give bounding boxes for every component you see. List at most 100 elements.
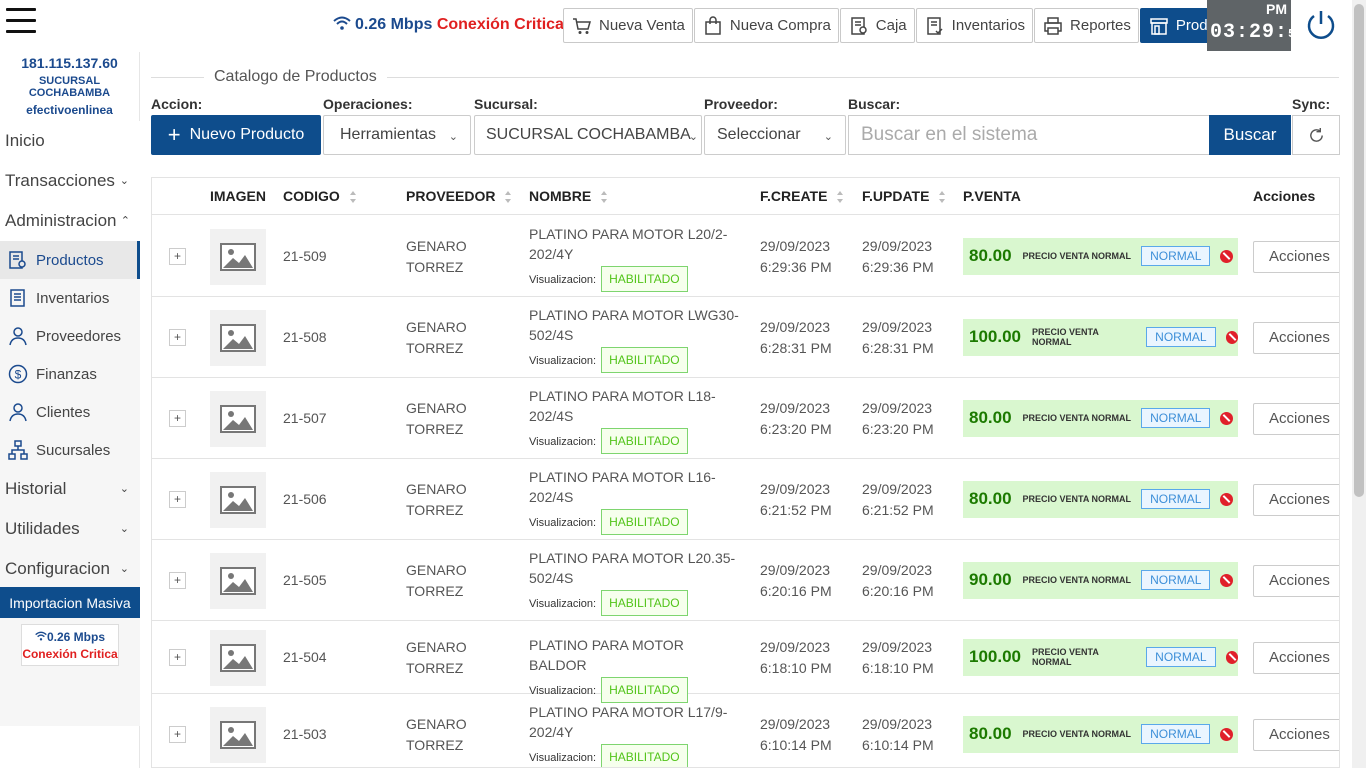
price-value: 100.00: [969, 327, 1021, 346]
page-scrollbar[interactable]: [1352, 0, 1366, 768]
price-cell: 90.00 PRECIO VENTA NORMAL NORMAL: [963, 561, 1238, 599]
col-proveedor[interactable]: PROVEEDOR: [406, 188, 512, 204]
hamburger-menu-icon[interactable]: [6, 8, 36, 34]
chevron-down-icon: ⌄: [119, 523, 129, 535]
disabled-icon[interactable]: [1220, 727, 1234, 741]
expand-row-button[interactable]: +: [169, 490, 186, 508]
table-row: +21-503 GENARO TORREZ PLATINO PARA MOTOR L1…: [152, 694, 1339, 767]
disabled-icon[interactable]: [1220, 573, 1234, 587]
sidebar-item-utilidades[interactable]: Utilidades ⌄: [0, 509, 140, 549]
menu-label: Clientes: [36, 403, 91, 421]
power-icon[interactable]: [1304, 8, 1338, 42]
chevron-down-icon: ⌄: [448, 131, 458, 143]
scrollbar-thumb[interactable]: [1354, 4, 1364, 497]
create-date-day: 29/09/2023: [760, 561, 831, 578]
refresh-icon: [1309, 127, 1323, 142]
row-actions-dropdown[interactable]: Acciones⌄: [1253, 321, 1339, 354]
new-product-button[interactable]: + Nuevo Producto: [151, 115, 321, 155]
disabled-icon[interactable]: [1225, 650, 1238, 664]
product-name-cell: PLATINO PARA MOTOR L18-202/4S Visualizaci…: [529, 386, 744, 454]
nav-nueva-venta-button[interactable]: Nueva Venta: [563, 8, 693, 43]
connection-speed: 0.26 Mbps: [355, 16, 433, 33]
product-image: [210, 629, 266, 686]
import-masiva-button[interactable]: Importacion Masiva: [0, 587, 140, 618]
clock-seconds: 56: [1288, 27, 1305, 41]
nav-inventarios-button[interactable]: Inventarios: [915, 8, 1034, 43]
proveedor-select[interactable]: Seleccionar ⌄: [704, 115, 846, 155]
col-imagen: IMAGEN: [210, 188, 266, 204]
printer-icon: [1044, 16, 1062, 35]
disabled-icon[interactable]: [1220, 249, 1234, 263]
row-actions-dropdown[interactable]: Acciones⌄: [1253, 718, 1339, 751]
product-image: [210, 471, 266, 528]
visibility-label: Visualizacion:: [529, 752, 597, 764]
sucursal-select[interactable]: SUCURSAL COCHABAMBA ⌄: [474, 115, 702, 155]
product-name-cell: PLATINO PARA MOTOR LWG30-502/4S Visualiza…: [529, 305, 744, 373]
nav-caja-button[interactable]: Caja: [839, 8, 915, 43]
supplier-first: GENARO: [406, 399, 467, 416]
row-actions-dropdown[interactable]: Acciones⌄: [1253, 402, 1339, 435]
expand-row-button[interactable]: +: [169, 648, 186, 666]
sidebar-connection-box: 0.26 Mbps Conexión Critica: [21, 624, 119, 666]
operaciones-select[interactable]: Herramientas ⌄: [323, 115, 471, 155]
actions-label: Acciones: [1269, 410, 1330, 427]
search-input[interactable]: Buscar en el sistema: [848, 115, 1210, 155]
row-actions-dropdown[interactable]: Acciones⌄: [1253, 483, 1339, 516]
disabled-icon[interactable]: [1220, 411, 1234, 425]
nav-nueva-compra-button[interactable]: Nueva Compra: [693, 8, 839, 43]
row-actions-dropdown[interactable]: Acciones⌄: [1253, 641, 1339, 674]
expand-row-button[interactable]: +: [169, 247, 186, 265]
disabled-icon[interactable]: [1220, 492, 1234, 506]
sidebar-item-proveedores[interactable]: Proveedores: [0, 317, 140, 355]
sidebar-item-transacciones[interactable]: Transacciones ⌄: [0, 161, 140, 201]
price-type-label: PRECIO VENTA NORMAL: [1022, 575, 1132, 585]
sidebar-item-inventarios[interactable]: Inventarios: [0, 279, 140, 317]
menu-label: Finanzas: [36, 365, 97, 383]
expand-row-button[interactable]: +: [169, 409, 186, 427]
supplier-last: TORREZ: [406, 501, 464, 518]
col-codigo[interactable]: CODIGO: [283, 188, 357, 204]
chevron-down-icon: ⌄: [688, 131, 698, 143]
col-pventa: P.VENTA: [963, 188, 1021, 204]
product-image: [210, 228, 266, 285]
sync-button[interactable]: [1292, 115, 1340, 155]
product-code: 21-504: [283, 648, 327, 665]
col-nombre[interactable]: NOMBRE: [529, 188, 608, 204]
nav-reportes-button[interactable]: Reportes: [1034, 8, 1139, 43]
supplier-last: TORREZ: [406, 736, 464, 753]
expand-row-button[interactable]: +: [169, 725, 186, 743]
update-date: 29/09/2023 6:10:14 PM: [862, 714, 934, 756]
update-date-day: 29/09/2023: [862, 237, 933, 254]
product-name-cell: PLATINO PARA MOTOR L17/9-202/4Y Visualiza…: [529, 702, 744, 767]
expand-row-button[interactable]: +: [169, 571, 186, 589]
actions-label: Acciones: [1269, 329, 1330, 346]
visibility-label: Visualizacion:: [529, 598, 597, 610]
table-row: +21-508 GENARO TORREZ PLATINO PARA MOTOR LW…: [152, 297, 1339, 378]
image-placeholder-icon: [220, 404, 256, 433]
expand-row-button[interactable]: +: [169, 328, 186, 346]
price-type-label: PRECIO VENTA NORMAL: [1022, 251, 1132, 261]
disabled-icon[interactable]: [1225, 330, 1238, 344]
sidebar-item-finanzas[interactable]: $ Finanzas: [0, 355, 140, 393]
new-product-label: Nuevo Producto: [189, 126, 305, 143]
search-button[interactable]: Buscar: [1209, 115, 1291, 155]
col-fupdate[interactable]: F.UPDATE: [862, 188, 946, 204]
sidebar-item-administracion[interactable]: Administracion ⌃: [0, 201, 140, 241]
sidebar-item-configuracion[interactable]: Configuracion ⌄: [0, 549, 140, 589]
row-actions-dropdown[interactable]: Acciones⌄: [1253, 240, 1339, 273]
sidebar-item-productos[interactable]: Productos: [0, 241, 140, 279]
col-fcreate[interactable]: F.CREATE: [760, 188, 844, 204]
product-name-cell: PLATINO PARA MOTOR BALDOR Visualizacion: …: [529, 635, 744, 703]
update-date: 29/09/2023 6:28:31 PM: [862, 317, 934, 359]
sidebar-item-historial[interactable]: Historial ⌄: [0, 469, 140, 509]
sidebar-item-clientes[interactable]: Clientes: [0, 393, 140, 431]
sidebar-item-sucursales[interactable]: Sucursales: [0, 431, 140, 469]
sidebar-item-inicio[interactable]: Inicio: [0, 121, 140, 161]
col-label: PROVEEDOR: [406, 188, 496, 204]
row-actions-dropdown[interactable]: Acciones⌄: [1253, 564, 1339, 597]
sucursal-label: Sucursal:: [474, 96, 538, 112]
catalog-fieldset: Catalogo de Productos: [151, 68, 1339, 86]
price-normal-badge: NORMAL: [1141, 724, 1211, 744]
update-date-day: 29/09/2023: [862, 561, 933, 578]
chevron-down-icon: ⌄: [119, 175, 129, 187]
